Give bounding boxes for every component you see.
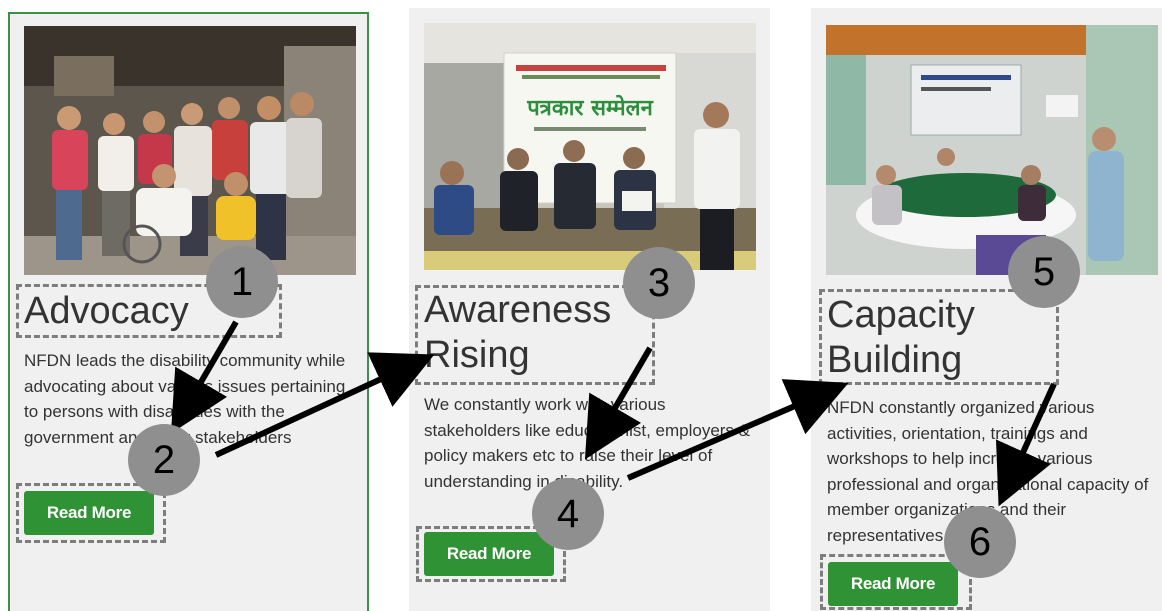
- step-marker-3: 3: [623, 247, 695, 319]
- arrow-1-to-2: [170, 320, 239, 434]
- step-marker-5: 5: [1008, 236, 1080, 308]
- arrow-4-to-5: [626, 379, 849, 481]
- step-marker-1: 1: [206, 246, 278, 318]
- step-marker-4: 4: [532, 478, 604, 550]
- arrow-2-to-3: [214, 352, 435, 458]
- step-marker-6: 6: [944, 506, 1016, 578]
- step-marker-2: 2: [128, 424, 200, 496]
- arrow-3-to-4: [584, 346, 653, 460]
- arrow-5-to-6: [995, 382, 1057, 507]
